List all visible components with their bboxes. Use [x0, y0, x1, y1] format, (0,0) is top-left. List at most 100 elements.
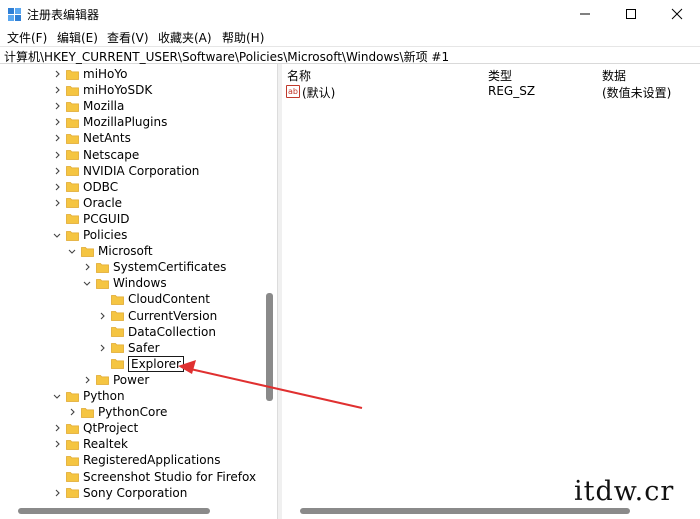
tree-item-rename-field[interactable]: Explorer — [128, 355, 184, 372]
tree-item[interactable]: Safer — [97, 340, 160, 356]
menu-edit[interactable]: 编辑(E) — [57, 29, 98, 46]
tree-item[interactable]: NVIDIA Corporation — [52, 163, 199, 179]
tree-item[interactable]: Netscape — [52, 147, 139, 163]
folder-icon — [66, 117, 79, 128]
chevron-right-icon[interactable] — [52, 179, 62, 195]
chevron-right-icon[interactable] — [82, 259, 92, 275]
menu-bar: 文件(F) 编辑(E) 查看(V) 收藏夹(A) 帮助(H) — [0, 28, 700, 46]
column-header-type[interactable]: 类型 — [488, 67, 512, 84]
folder-icon — [111, 310, 124, 321]
tree-item[interactable]: Explorer — [97, 355, 184, 372]
chevron-right-icon[interactable] — [52, 436, 62, 452]
folder-icon — [66, 197, 79, 209]
tree-item[interactable]: CloudContent — [97, 291, 210, 307]
list-hscroll-thumb[interactable] — [300, 508, 630, 514]
chevron-right-icon[interactable] — [52, 130, 62, 146]
tree-item[interactable]: SystemCertificates — [82, 259, 226, 275]
tree-item[interactable]: RegisteredApplications — [52, 452, 220, 468]
watermark-text: itdw.cr — [574, 476, 675, 507]
chevron-right-icon[interactable] — [52, 147, 62, 163]
chevron-right-icon[interactable] — [52, 420, 62, 436]
chevron-right-icon[interactable] — [67, 404, 77, 420]
folder-icon — [66, 391, 79, 402]
column-header-name[interactable]: 名称 — [287, 67, 311, 84]
chevron-right-icon[interactable] — [52, 195, 62, 211]
chevron-right-icon[interactable] — [52, 485, 62, 501]
maximize-icon — [626, 9, 636, 19]
chevron-down-icon[interactable] — [52, 227, 62, 243]
tree-item-label: NVIDIA Corporation — [83, 163, 200, 178]
tree-item[interactable]: Screenshot Studio for Firefox — [52, 469, 256, 485]
tree-item[interactable]: DataCollection — [97, 324, 216, 340]
tree-scroll-thumb[interactable] — [266, 293, 273, 401]
column-header-data[interactable]: 数据 — [602, 67, 626, 84]
tree-item[interactable]: Power — [82, 372, 149, 388]
folder-icon — [66, 69, 79, 80]
tree-item[interactable]: Policies — [52, 227, 127, 243]
chevron-right-icon[interactable] — [52, 82, 62, 98]
close-button[interactable] — [654, 0, 700, 28]
tree-item-label: CloudContent — [128, 292, 211, 307]
tree-item-label: PythonCore — [98, 405, 168, 420]
chevron-down-icon[interactable] — [52, 388, 62, 404]
chevron-right-icon[interactable] — [82, 372, 92, 388]
address-path[interactable]: 计算机\HKEY_CURRENT_USER\Software\Policies\… — [4, 48, 449, 65]
address-bar[interactable]: 计算机\HKEY_CURRENT_USER\Software\Policies\… — [0, 46, 700, 64]
tree-item-label: Oracle — [83, 195, 123, 210]
tree-item[interactable]: PythonCore — [67, 404, 167, 420]
tree-item[interactable]: miHoYoSDK — [52, 82, 152, 98]
tree-item-label: Netscape — [83, 147, 140, 162]
tree-item[interactable]: Oracle — [52, 195, 122, 211]
tree-hscroll-thumb[interactable] — [18, 508, 210, 514]
folder-icon — [66, 471, 79, 482]
tree-horizontal-scrollbar[interactable] — [0, 504, 277, 519]
tree-item[interactable]: Mozilla — [52, 98, 124, 114]
folder-icon — [66, 423, 79, 434]
tree-item-label: CurrentVersion — [128, 308, 218, 323]
folder-icon — [111, 342, 124, 354]
tree-item[interactable]: Sony Corporation — [52, 485, 187, 501]
tree-item[interactable]: Realtek — [52, 436, 128, 452]
chevron-down-icon[interactable] — [82, 275, 92, 291]
tree-item[interactable]: Microsoft — [67, 243, 153, 259]
tree-item-label: miHoYo — [83, 67, 128, 81]
folder-icon — [66, 165, 79, 176]
tree-item[interactable]: QtProject — [52, 420, 138, 436]
folder-icon — [96, 262, 109, 273]
folder-icon — [66, 101, 79, 112]
menu-view[interactable]: 查看(V) — [107, 29, 149, 46]
chevron-right-icon[interactable] — [52, 98, 62, 114]
value-list[interactable]: 名称 类型 数据 ab (默认) REG_SZ (数值未设置) — [282, 64, 700, 504]
chevron-down-icon[interactable] — [67, 243, 77, 259]
menu-file[interactable]: 文件(F) — [7, 29, 47, 46]
tree-item-label: QtProject — [83, 421, 139, 436]
key-tree[interactable]: miHoYo miHoYoSDK Mozilla MozillaPlugins NetA… — [0, 64, 277, 504]
folder-icon — [66, 487, 79, 498]
tree-item[interactable]: PCGUID — [52, 211, 129, 227]
chevron-right-icon[interactable] — [97, 340, 107, 356]
menu-favorites[interactable]: 收藏夹(A) — [158, 29, 212, 46]
folder-icon — [66, 85, 79, 96]
tree-item[interactable]: MozillaPlugins — [52, 114, 167, 130]
tree-item[interactable]: miHoYo — [52, 66, 127, 82]
minimize-button[interactable] — [562, 0, 608, 28]
chevron-right-icon[interactable] — [52, 163, 62, 179]
tree-item-label: DataCollection — [128, 324, 217, 339]
chevron-right-icon[interactable] — [97, 308, 107, 324]
tree-item[interactable]: CurrentVersion — [97, 308, 217, 324]
tree-item-label: miHoYoSDK — [83, 83, 153, 98]
tree-item[interactable]: ODBC — [52, 179, 118, 195]
maximize-button[interactable] — [608, 0, 654, 28]
tree-item-label: RegisteredApplications — [83, 453, 221, 468]
tree-item-label: NetAnts — [83, 131, 131, 146]
tree-vertical-scrollbar[interactable] — [263, 64, 277, 502]
tree-item[interactable]: Python — [52, 388, 125, 404]
chevron-right-icon[interactable] — [52, 114, 62, 130]
tree-item[interactable]: NetAnts — [52, 130, 131, 146]
menu-help[interactable]: 帮助(H) — [222, 29, 264, 46]
tree-item[interactable]: Windows — [82, 275, 167, 291]
chevron-right-icon[interactable] — [52, 66, 62, 82]
